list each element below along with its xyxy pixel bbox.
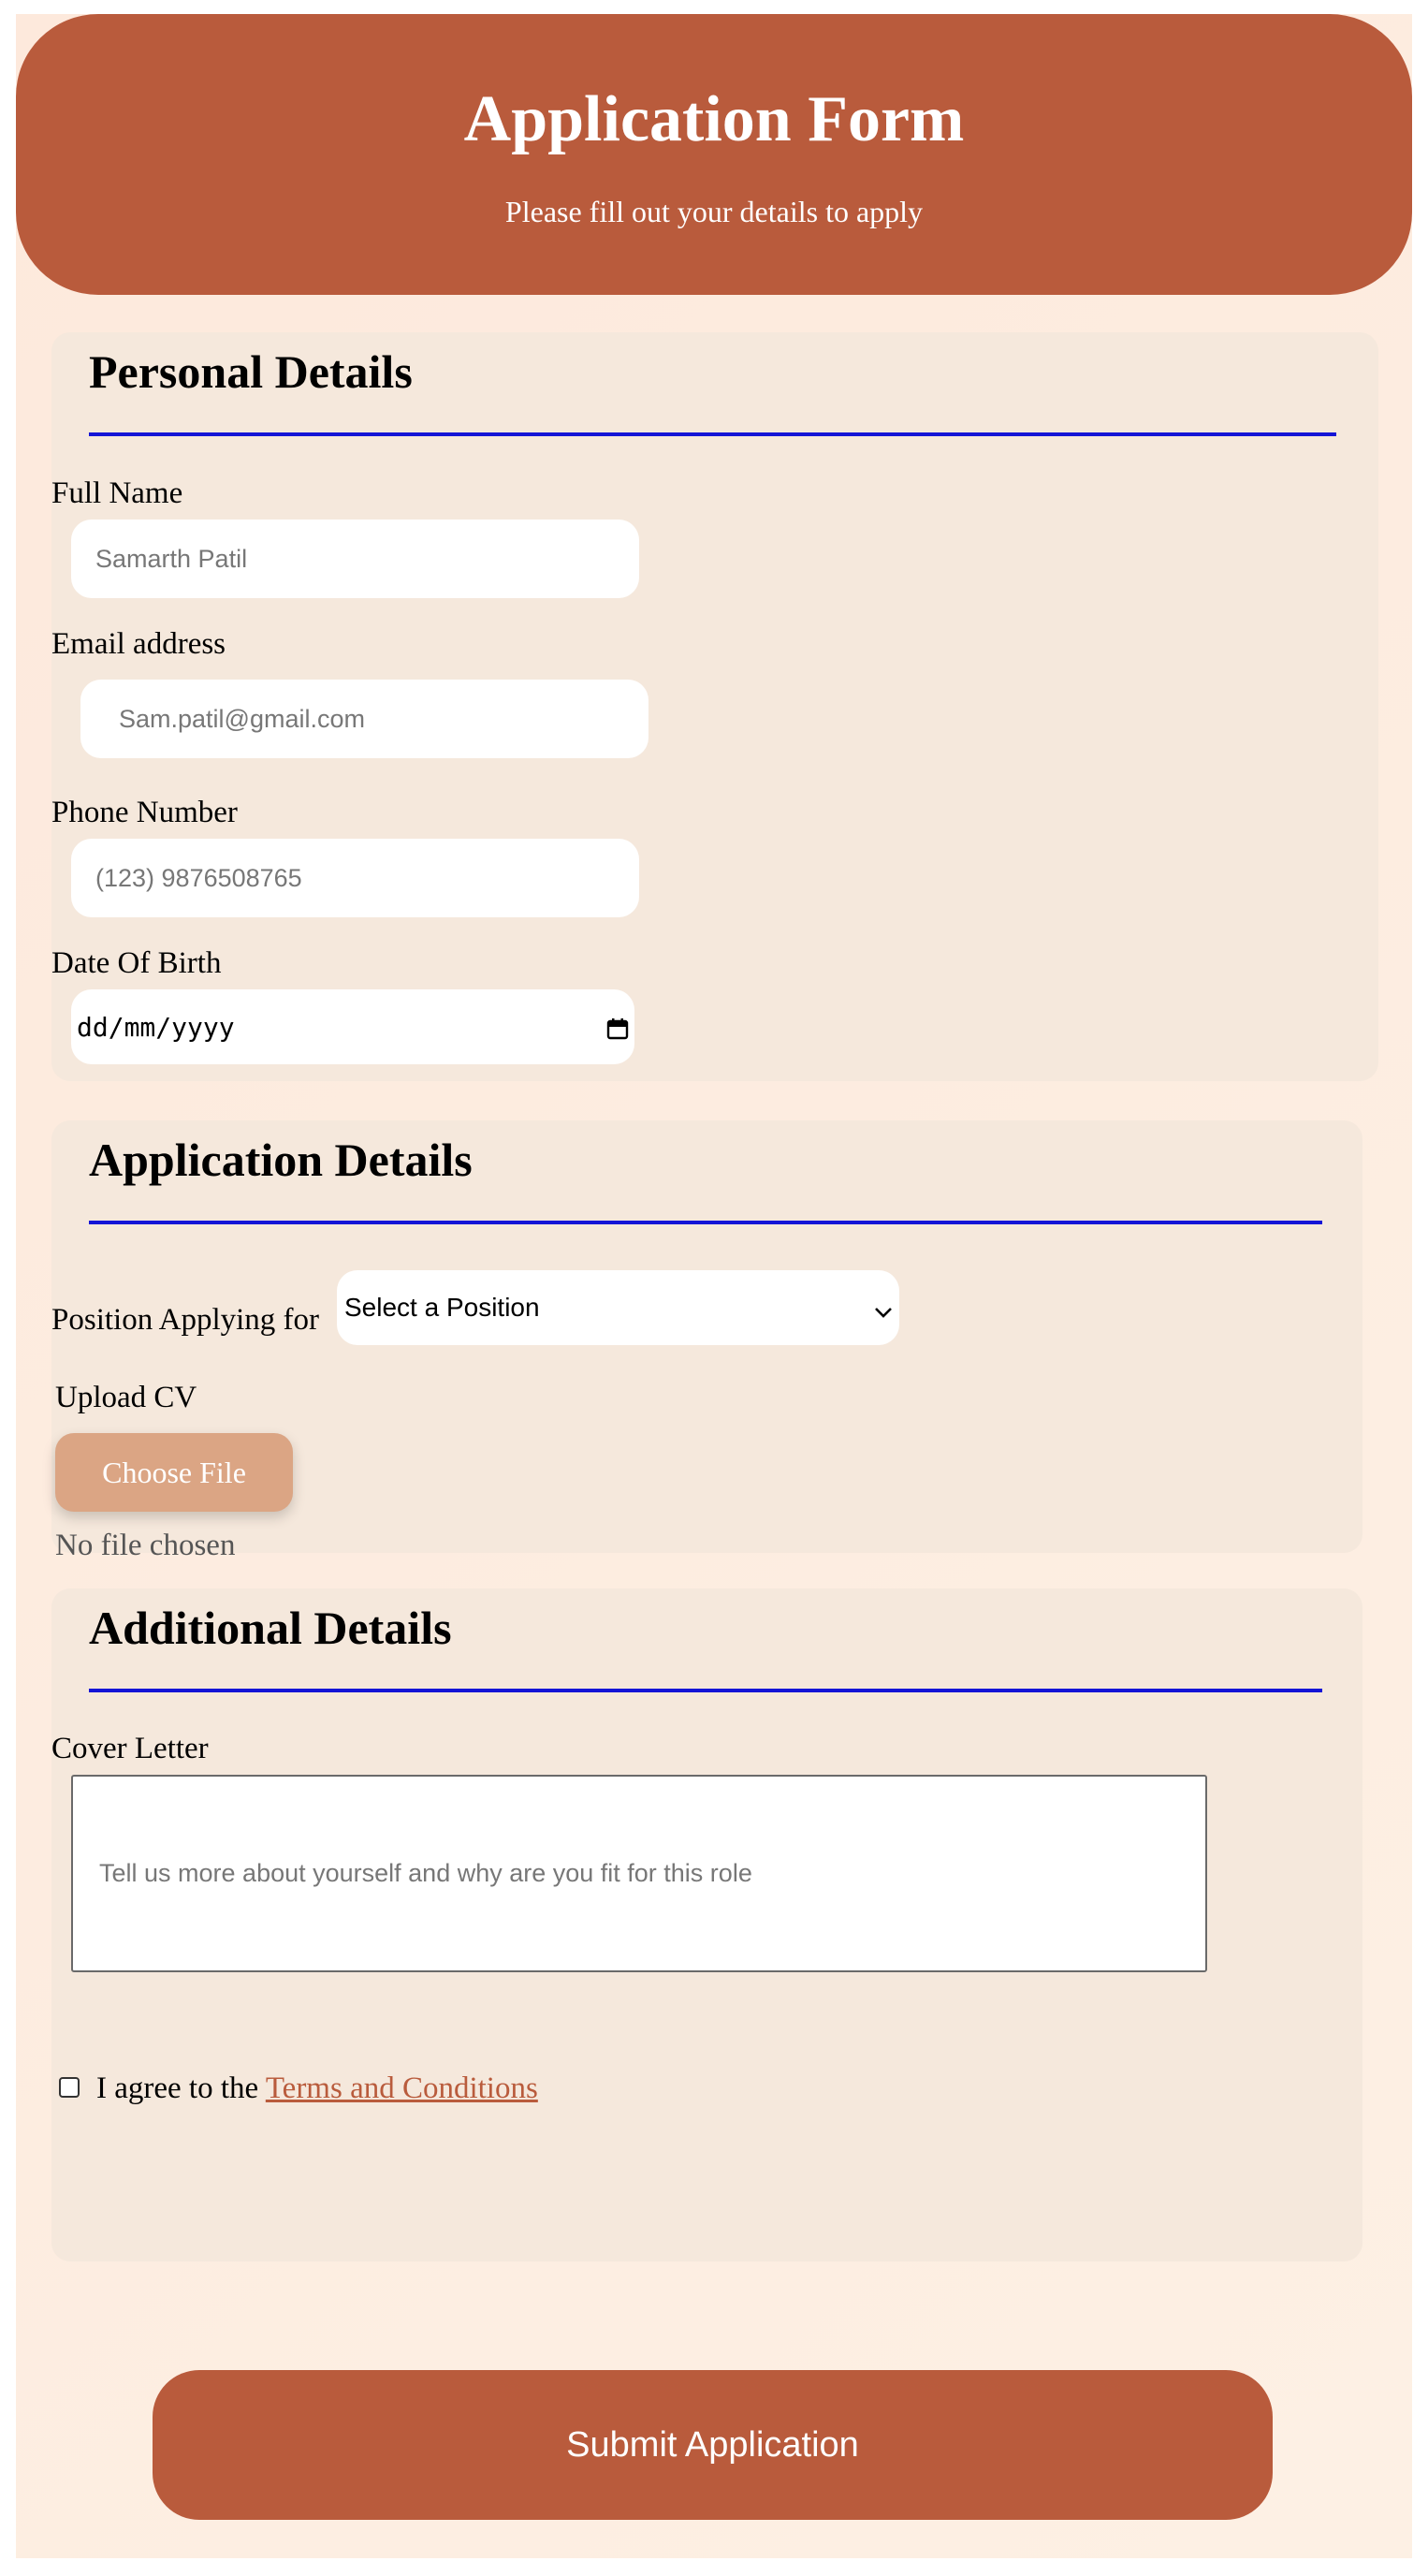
form-header: Application Form Please fill out your de… — [16, 14, 1412, 295]
choose-file-button[interactable]: Choose File — [55, 1433, 293, 1512]
dob-label: Date Of Birth — [51, 946, 222, 980]
personal-details-divider — [89, 432, 1336, 436]
phone-placeholder: (123) 9876508765 — [95, 863, 302, 892]
phone-label: Phone Number — [51, 796, 238, 829]
page-title: Application Form — [463, 83, 965, 155]
page-subtitle: Please fill out your details to apply — [504, 195, 924, 228]
additional-details-heading: Additional Details — [89, 1602, 452, 1654]
cover-letter-label: Cover Letter — [51, 1732, 209, 1765]
personal-details-section: Personal Details Full Name Samarth Patil… — [51, 332, 1378, 1081]
chevron-down-icon — [873, 1298, 894, 1328]
dob-placeholder: dd/mm/yyyy — [77, 1011, 235, 1043]
page-background: Application Form Please fill out your de… — [16, 14, 1412, 2558]
terms-agreement-text: I agree to the Terms and Conditions — [96, 2073, 538, 2104]
no-file-chosen-text: No file chosen — [55, 1529, 236, 1562]
position-selected-value: Select a Position — [344, 1293, 540, 1322]
email-label: Email address — [51, 627, 226, 661]
submit-application-button[interactable]: Submit Application — [153, 2370, 1273, 2520]
application-details-section: Application Details Position Applying fo… — [51, 1120, 1362, 1561]
upload-cv-label: Upload CV — [55, 1381, 197, 1414]
full-name-placeholder: Samarth Patil — [95, 544, 248, 573]
additional-details-section: Additional Details Cover Letter Tell us … — [51, 1588, 1362, 2261]
position-select[interactable]: Select a Position — [337, 1270, 899, 1345]
position-label: Position Applying for — [51, 1303, 320, 1337]
calendar-icon[interactable] — [606, 1016, 629, 1040]
application-details-heading: Application Details — [89, 1134, 473, 1186]
application-details-divider — [89, 1221, 1322, 1224]
full-name-input[interactable]: Samarth Patil — [71, 520, 639, 598]
terms-checkbox[interactable] — [59, 2077, 80, 2098]
cover-letter-placeholder: Tell us more about yourself and why are … — [99, 1859, 752, 1887]
cover-letter-textarea[interactable]: Tell us more about yourself and why are … — [71, 1775, 1207, 1972]
terms-and-conditions-link[interactable]: Terms and Conditions — [266, 2071, 538, 2105]
email-placeholder: Sam.patil@gmail.com — [119, 704, 365, 733]
additional-details-divider — [89, 1689, 1322, 1692]
personal-details-heading: Personal Details — [89, 345, 413, 398]
dob-input[interactable]: dd/mm/yyyy — [71, 989, 634, 1064]
email-input[interactable]: Sam.patil@gmail.com — [80, 680, 648, 758]
agree-text: I agree to the — [96, 2071, 266, 2105]
full-name-label: Full Name — [51, 476, 183, 510]
phone-input[interactable]: (123) 9876508765 — [71, 839, 639, 917]
